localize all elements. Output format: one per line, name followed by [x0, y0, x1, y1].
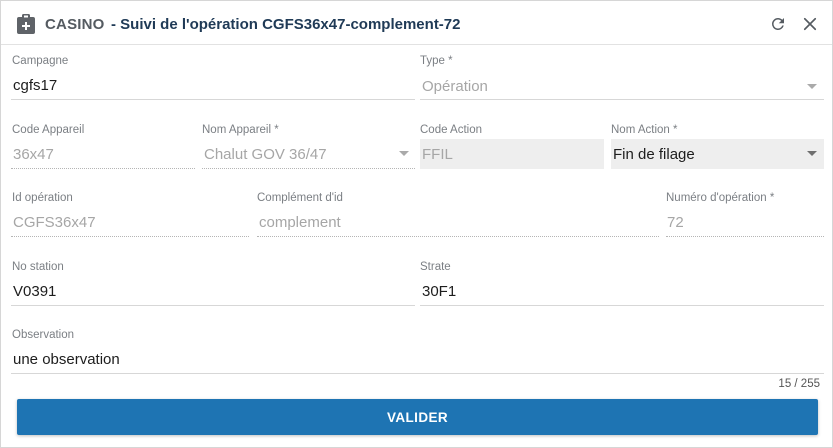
campagne-field[interactable]: cgfs17: [13, 77, 57, 94]
numero-operation-label: Numéro d'opération *: [666, 192, 775, 204]
dialog-header: CASINO - Suivi de l'opération CGFS36x47-…: [1, 1, 832, 45]
observation-label: Observation: [12, 329, 75, 341]
chevron-down-icon[interactable]: [807, 151, 817, 156]
observation-field[interactable]: une observation: [13, 351, 120, 368]
no-station-field[interactable]: V0391: [13, 283, 56, 300]
type-label: Type *: [420, 55, 453, 67]
code-action-label: Code Action: [420, 124, 483, 136]
campagne-underline: [11, 99, 415, 100]
code-appareil-field: 36x47: [13, 146, 54, 163]
code-appareil-label: Code Appareil: [12, 124, 85, 136]
campagne-label: Campagne: [12, 55, 69, 67]
complement-id-label: Complément d'id: [257, 192, 343, 204]
observation-underline: [11, 373, 824, 374]
code-action-field: FFIL: [422, 146, 453, 163]
nom-action-label: Nom Action *: [611, 124, 678, 136]
character-counter: 15 / 255: [778, 378, 820, 390]
numero-operation-field: 72: [667, 214, 684, 231]
strate-field[interactable]: 30F1: [422, 283, 456, 300]
strate-label: Strate: [420, 261, 451, 273]
id-operation-field: CGFS36x47: [13, 214, 96, 231]
chevron-down-icon[interactable]: [807, 84, 817, 89]
no-station-label: No station: [12, 261, 64, 273]
operation-dialog: CASINO - Suivi de l'opération CGFS36x47-…: [0, 0, 833, 448]
id-operation-underline: [11, 236, 249, 237]
nom-action-select[interactable]: Fin de filage: [613, 146, 695, 163]
valider-button[interactable]: VALIDER: [17, 399, 818, 435]
refresh-icon[interactable]: [769, 15, 787, 33]
type-select[interactable]: Opération: [422, 78, 488, 95]
nom-appareil-underline: [202, 168, 415, 169]
dialog-title: - Suivi de l'opération CGFS36x47-complem…: [111, 16, 461, 33]
code-appareil-underline: [11, 168, 195, 169]
chevron-down-icon: [399, 151, 409, 156]
close-icon[interactable]: [801, 15, 819, 33]
strate-underline: [420, 305, 824, 306]
complement-id-field: complement: [259, 214, 341, 231]
type-underline: [420, 99, 824, 100]
nom-appareil-select: Chalut GOV 36/47: [204, 146, 327, 163]
complement-id-underline: [257, 236, 659, 237]
nom-appareil-label: Nom Appareil *: [202, 124, 279, 136]
clipboard-plus-icon: [17, 14, 35, 34]
app-name: CASINO: [45, 16, 105, 33]
id-operation-label: Id opération: [12, 192, 73, 204]
numero-operation-underline: [666, 236, 824, 237]
no-station-underline: [11, 305, 415, 306]
